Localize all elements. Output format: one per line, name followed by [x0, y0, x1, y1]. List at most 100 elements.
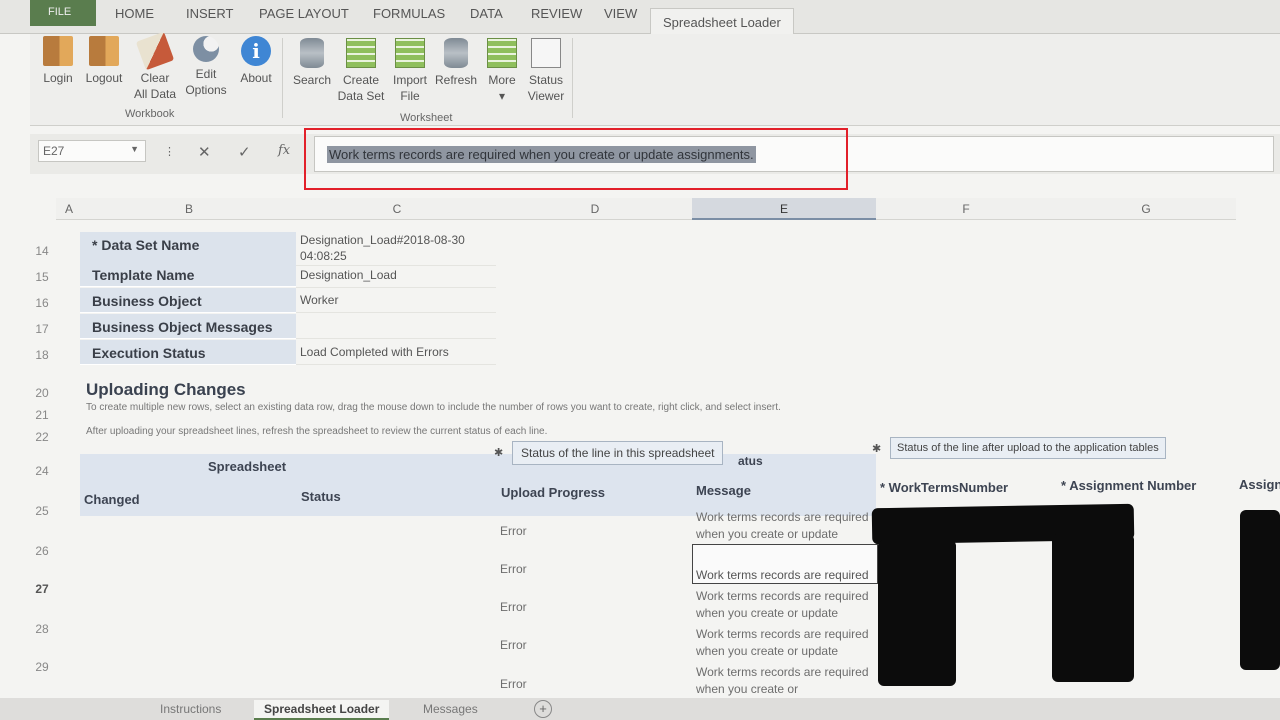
tab-home[interactable]: HOME	[115, 6, 154, 21]
column-header-d[interactable]: D	[498, 198, 692, 220]
tab-view[interactable]: VIEW	[604, 6, 637, 21]
edit-options-button[interactable]: Edit Options	[182, 36, 230, 98]
row-number[interactable]: 18	[30, 348, 54, 362]
sheet-tab-messages[interactable]: Messages	[423, 702, 478, 716]
worksheet-group-label: Worksheet	[400, 112, 453, 124]
column-header-e[interactable]: E	[692, 198, 876, 220]
clear-label-2: All Data	[133, 87, 177, 101]
search-button[interactable]: Search	[288, 38, 336, 88]
assignment-number-column-header[interactable]: * Assignment Number	[1061, 478, 1196, 493]
create-data-set-button[interactable]: Create Data Set	[336, 38, 386, 104]
highlight-box	[304, 128, 848, 190]
status-column-header[interactable]: Status	[301, 489, 341, 504]
logout-door-icon	[89, 36, 119, 66]
clear-label-1: Clear	[140, 71, 170, 85]
row-number[interactable]: 14	[30, 244, 54, 258]
tab-review[interactable]: REVIEW	[531, 6, 582, 21]
spreadsheet-status-tooltip: Status of the line in this spreadsheet	[512, 441, 724, 465]
data-set-name-line2: 04:08:25	[300, 249, 347, 263]
create-label-2: Data Set	[337, 89, 385, 103]
tab-page-layout[interactable]: PAGE LAYOUT	[259, 6, 349, 21]
import-file-button[interactable]: Import File	[388, 38, 432, 104]
message-cell[interactable]: Work terms records are required when you…	[696, 626, 876, 660]
execution-status-value[interactable]: Load Completed with Errors	[296, 340, 496, 365]
upload-progress-cell[interactable]: Error	[500, 638, 527, 652]
work-terms-number-column-header[interactable]: * WorkTermsNumber	[880, 480, 1008, 495]
login-button[interactable]: Login	[38, 36, 78, 86]
business-object-value[interactable]: Worker	[296, 288, 496, 313]
tab-insert[interactable]: INSERT	[186, 6, 233, 21]
execution-status-label: Execution Status	[80, 340, 296, 365]
data-set-name-value[interactable]: Designation_Load#2018-08-30 04:08:25	[296, 230, 496, 266]
ribbon-separator	[572, 38, 573, 118]
add-sheet-icon[interactable]: +	[534, 700, 552, 718]
template-name-value[interactable]: Designation_Load	[296, 263, 496, 288]
sheet-tab-bar: Instructions Spreadsheet Loader Messages…	[0, 698, 1280, 720]
column-header-a[interactable]: A	[56, 198, 82, 220]
upload-progress-cell[interactable]: Error	[500, 562, 527, 576]
message-cell[interactable]: Work terms records are required when you…	[696, 664, 876, 698]
row-number[interactable]: 26	[30, 544, 54, 558]
row-number[interactable]: 27	[30, 582, 54, 596]
upload-progress-cell[interactable]: Error	[500, 600, 527, 614]
active-message-cell[interactable]: Work terms records are required	[692, 544, 878, 584]
more-button[interactable]: More ▾	[482, 38, 522, 104]
import-label-2: File	[400, 89, 420, 103]
row-number[interactable]: 15	[30, 270, 54, 284]
row-number[interactable]: 20	[30, 386, 54, 400]
refresh-button[interactable]: Refresh	[432, 38, 480, 88]
cancel-icon[interactable]: ✕	[198, 143, 211, 161]
sheet-tab-spreadsheet-loader[interactable]: Spreadsheet Loader	[254, 700, 390, 720]
spreadsheet-group-label: Spreadsheet	[208, 459, 287, 474]
clear-all-data-button[interactable]: Clear All Data	[130, 31, 180, 102]
column-header-g[interactable]: G	[1056, 198, 1236, 220]
business-object-messages-label: Business Object Messages	[80, 314, 296, 339]
column-header-b[interactable]: B	[82, 198, 296, 220]
more-dots-icon: ⋮	[164, 146, 175, 158]
redaction-mark	[1052, 534, 1134, 682]
template-name-label: Template Name	[80, 262, 296, 287]
logout-button[interactable]: Logout	[82, 36, 126, 86]
row-number[interactable]: 16	[30, 296, 54, 310]
row-number[interactable]: 17	[30, 322, 54, 336]
row-number[interactable]: 25	[30, 504, 54, 518]
database-search-icon	[300, 38, 324, 68]
tab-formulas[interactable]: FORMULAS	[373, 6, 445, 21]
sheet-icon	[487, 38, 517, 68]
column-header-c[interactable]: C	[296, 198, 498, 220]
tab-spreadsheet-loader[interactable]: Spreadsheet Loader	[650, 8, 794, 35]
row-number[interactable]: 22	[30, 430, 54, 444]
insert-function-icon[interactable]: fx	[278, 143, 290, 158]
pin-icon: ✱	[494, 447, 504, 459]
status-viewer-button[interactable]: Status Viewer	[524, 38, 568, 104]
enter-icon[interactable]: ✓	[238, 143, 251, 161]
upload-progress-cell[interactable]: Error	[500, 677, 527, 691]
row-number[interactable]: 29	[30, 660, 54, 674]
import-label-1: Import	[392, 73, 427, 87]
name-box[interactable]: E27 ▼	[38, 140, 146, 162]
message-cell[interactable]: Work terms records are required when you…	[696, 588, 876, 622]
row-number[interactable]: 28	[30, 622, 54, 636]
row-number[interactable]: 24	[30, 464, 54, 478]
sheet-tab-instructions[interactable]: Instructions	[160, 702, 221, 716]
help-text-refresh: After uploading your spreadsheet lines, …	[86, 426, 548, 437]
create-label-1: Create	[342, 73, 380, 87]
more-label: More	[488, 73, 516, 87]
database-refresh-icon	[444, 38, 468, 68]
about-button[interactable]: i About	[234, 36, 278, 86]
tab-file[interactable]: FILE	[30, 0, 96, 26]
changed-column-header[interactable]: Changed	[84, 492, 140, 507]
message-column-header[interactable]: Message	[696, 483, 751, 498]
ribbon-tab-bar: FILE HOME INSERT PAGE LAYOUT FORMULAS DA…	[0, 0, 1280, 35]
tab-data[interactable]: DATA	[470, 6, 503, 21]
chevron-down-icon: ▾	[498, 89, 506, 103]
assign-column-header[interactable]: Assign	[1239, 477, 1280, 492]
search-label: Search	[292, 73, 332, 87]
column-header-f[interactable]: F	[876, 198, 1056, 220]
upload-progress-column-header[interactable]: Upload Progress	[501, 485, 605, 500]
upload-progress-cell[interactable]: Error	[500, 524, 527, 538]
chevron-down-icon[interactable]: ▼	[130, 144, 139, 154]
row-number[interactable]: 21	[30, 408, 54, 422]
message-cell[interactable]: Work terms records are required when you…	[696, 509, 876, 543]
business-object-messages-value[interactable]	[296, 314, 496, 339]
